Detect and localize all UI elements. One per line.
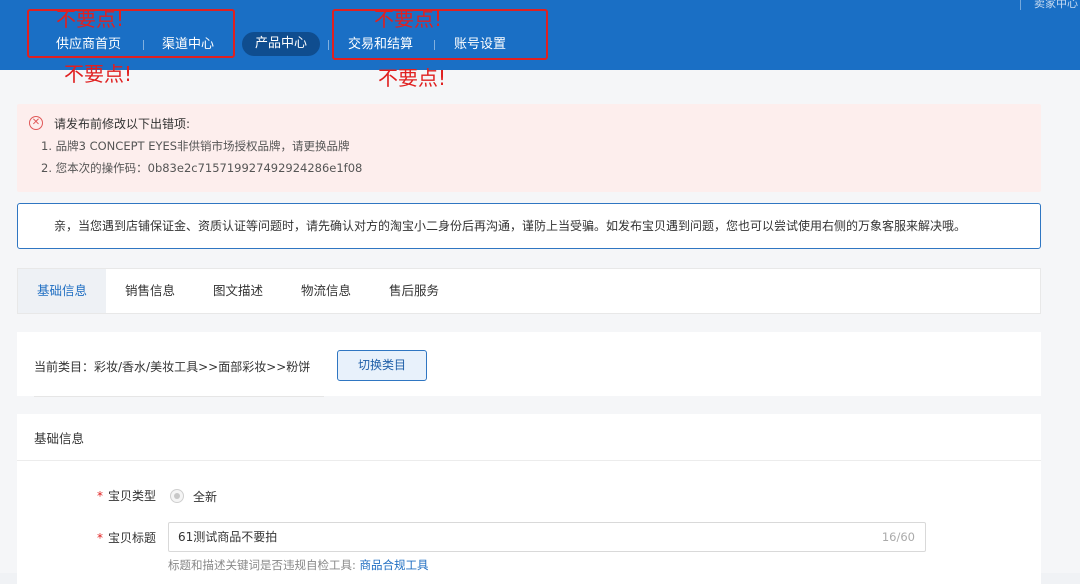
error-item-brand: 1. 品牌3 CONCEPT EYES非供销市场授权品牌，请更换品牌: [41, 139, 350, 153]
annotation-warning-left-top: 不要点!: [56, 7, 125, 31]
tab-description[interactable]: 图文描述: [194, 269, 282, 313]
security-tip-text: 亲，当您遇到店铺保证金、资质认证等问题时，请先确认对方的淘宝小二身份后再沟通，谨…: [54, 219, 967, 233]
error-panel: ✕ 请发布前修改以下出错项: 1. 品牌3 CONCEPT EYES非供销市场授…: [17, 104, 1041, 192]
category-panel: 当前类目：彩妆/香水/美妆工具>>面部彩妆>>粉饼 切换类目: [17, 332, 1041, 397]
tab-basic-info[interactable]: 基础信息: [18, 269, 106, 313]
seller-center-link[interactable]: 卖家中心: [1034, 0, 1078, 11]
item-type-new-label: 全新: [193, 490, 218, 504]
nav-divider: [1020, 0, 1021, 10]
nav-separator: [328, 40, 329, 50]
nav-product-center-label: 产品中心: [254, 36, 307, 51]
error-item-opcode: 2. 您本次的操作码：0b83e2c715719927492924286e1f0…: [41, 161, 363, 175]
required-mark: *: [97, 531, 103, 545]
tab-after-sales[interactable]: 售后服务: [370, 269, 458, 313]
required-mark: *: [97, 489, 103, 503]
tab-sales-info[interactable]: 销售信息: [106, 269, 194, 313]
switch-category-button[interactable]: 切换类目: [337, 350, 427, 381]
compliance-helper-text: 标题和描述关键词是否违规自检工具:: [168, 558, 356, 572]
item-title-label-text: 宝贝标题: [108, 531, 157, 545]
current-category-label: 当前类目：彩妆/香水/美妆工具>>面部彩妆>>粉饼: [34, 360, 311, 374]
error-circle-x-icon: ✕: [29, 116, 43, 130]
annotation-warning-right-bottom: 不要点!: [378, 66, 447, 90]
annotation-warning-left-bottom: 不要点!: [64, 62, 133, 86]
annotation-warning-right-top: 不要点!: [374, 7, 443, 31]
error-title: 请发布前修改以下出错项:: [54, 117, 191, 131]
section-divider: [17, 460, 1041, 461]
item-type-label-text: 宝贝类型: [108, 489, 157, 503]
item-type-new-radio[interactable]: [170, 489, 184, 503]
item-type-label: * 宝贝类型: [97, 488, 156, 504]
form-tabs: 基础信息 销售信息 图文描述 物流信息 售后服务: [17, 268, 1041, 314]
section-title: 基础信息: [34, 431, 85, 446]
compliance-tool-link[interactable]: 商品合规工具: [360, 558, 429, 572]
item-title-char-count: 16/60: [881, 530, 915, 544]
item-title-label: * 宝贝标题: [97, 530, 156, 546]
security-tip-panel: 亲，当您遇到店铺保证金、资质认证等问题时，请先确认对方的淘宝小二身份后再沟通，谨…: [17, 203, 1041, 249]
tab-logistics[interactable]: 物流信息: [282, 269, 370, 313]
nav-product-center[interactable]: 产品中心: [242, 32, 320, 56]
item-title-input[interactable]: 61测试商品不要拍 16/60: [168, 522, 926, 552]
basic-info-section: 基础信息 * 宝贝类型 全新 * 宝贝标题 61测试商品不要拍 16/60 标题和描…: [17, 414, 1041, 584]
compliance-helper: 标题和描述关键词是否违规自检工具: 商品合规工具: [168, 558, 429, 573]
category-underline: [34, 396, 324, 397]
item-title-value: 61测试商品不要拍: [178, 530, 278, 544]
